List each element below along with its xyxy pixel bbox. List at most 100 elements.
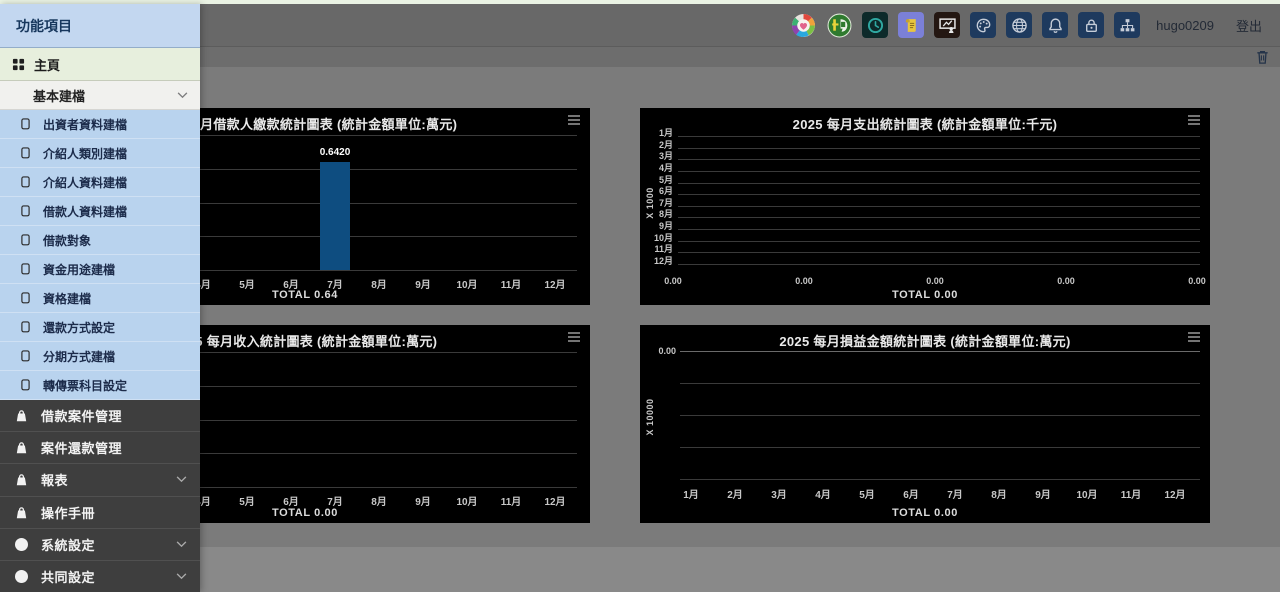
- sidebar-subitem-label: 資金用途建檔: [43, 261, 115, 278]
- gridline: [680, 351, 1200, 352]
- gridline: [678, 264, 1200, 265]
- plot-area: X 10000 0.00 1月 2月 3月 4月 5月 6月 7月 8月 9月 10月 11月 12月: [640, 325, 1210, 523]
- gridline: [678, 183, 1200, 184]
- sidebar-title: 功能項目: [0, 4, 200, 48]
- sidebar-item-label: 借款案件管理: [41, 406, 187, 425]
- gridline: [678, 241, 1200, 242]
- sidebar-subitem[interactable]: 資格建檔: [0, 284, 200, 313]
- globe-icon[interactable]: [1006, 12, 1032, 38]
- sidebar-item-home[interactable]: 主頁: [0, 48, 200, 81]
- trash-icon[interactable]: [1255, 49, 1270, 65]
- sidebar-submenu: 出資者資料建檔介紹人類別建檔介紹人資料建檔借款人資料建檔借款對象資金用途建檔資格…: [0, 110, 200, 400]
- y-axis-unit: X 10000: [645, 398, 655, 435]
- sidebar-item[interactable]: 報表: [0, 464, 200, 496]
- y-axis-label: 1月: [643, 128, 673, 138]
- sidebar-subitem[interactable]: 介紹人類別建檔: [0, 139, 200, 168]
- clock-icon[interactable]: [862, 12, 888, 38]
- y-axis-label: 4月: [643, 163, 673, 173]
- document-icon: [21, 118, 30, 130]
- x-axis-label: 9月: [415, 493, 431, 508]
- gridline: [678, 217, 1200, 218]
- chart-total: TOTAL 0.00: [640, 289, 1210, 301]
- palette-icon[interactable]: [970, 12, 996, 38]
- y-axis-label: 12月: [643, 256, 673, 266]
- document-icon: [21, 321, 30, 333]
- y-axis-tick: 0.00: [652, 346, 676, 356]
- briefcase-icon: [14, 473, 29, 487]
- x-axis-label: 12月: [1164, 486, 1185, 501]
- logout-button[interactable]: 登出: [1236, 16, 1262, 35]
- sidebar-subitem-label: 介紹人資料建檔: [43, 174, 127, 191]
- scroll-icon[interactable]: [898, 12, 924, 38]
- org-logo-icon[interactable]: [826, 12, 852, 38]
- y-axis-label: 3月: [643, 151, 673, 161]
- x-axis-label: 11月: [501, 493, 522, 508]
- circle-icon: [14, 569, 29, 583]
- x-axis-label: 6月: [903, 486, 919, 501]
- sidebar-item[interactable]: 案件還款管理: [0, 432, 200, 464]
- x-axis-label: 4月: [815, 486, 831, 501]
- sidebar-subitem[interactable]: 借款人資料建檔: [0, 197, 200, 226]
- sidebar-subitem[interactable]: 借款對象: [0, 226, 200, 255]
- y-axis-label: 11月: [643, 244, 673, 254]
- x-axis-label: 11月: [1121, 486, 1142, 501]
- sidebar-item-label: 主頁: [34, 55, 60, 74]
- sidebar-item[interactable]: 操作手冊: [0, 497, 200, 529]
- sidebar-group-basic[interactable]: 基本建檔: [0, 81, 200, 110]
- sitemap-icon[interactable]: [1114, 12, 1140, 38]
- sidebar-subitem-label: 介紹人類別建檔: [43, 145, 127, 162]
- sidebar: 功能項目 主頁 基本建檔 出資者資料建檔介紹人類別建檔介紹人資料建檔借款人資料建…: [0, 4, 200, 592]
- sidebar-subitem-label: 還款方式設定: [43, 319, 115, 336]
- gridline: [678, 136, 1200, 137]
- plot-area: X 1000 1月2月3月4月5月6月7月8月9月10月11月12月0.000.…: [640, 108, 1210, 305]
- charity-logo-icon[interactable]: [790, 12, 816, 38]
- sidebar-subitem-label: 資格建檔: [43, 290, 91, 307]
- y-axis-label: 10月: [643, 233, 673, 243]
- x-axis-label: 5月: [859, 486, 875, 501]
- y-axis-label: 8月: [643, 209, 673, 219]
- chevron-down-icon: [177, 92, 188, 99]
- x-axis-tick: 0.00: [1188, 276, 1206, 286]
- chevron-down-icon: [176, 541, 187, 548]
- lock-icon[interactable]: [1078, 12, 1104, 38]
- sidebar-subitem[interactable]: 還款方式設定: [0, 313, 200, 342]
- x-axis-label: 5月: [239, 493, 255, 508]
- sidebar-item[interactable]: 系統設定: [0, 529, 200, 561]
- bar: [320, 162, 350, 270]
- x-axis-label: 3月: [771, 486, 787, 501]
- username: hugo0209: [1156, 18, 1214, 33]
- circle-icon: [14, 537, 29, 551]
- sidebar-subitem[interactable]: 分期方式建檔: [0, 342, 200, 371]
- gridline: [678, 194, 1200, 195]
- document-icon: [21, 263, 30, 275]
- sidebar-item-label: 案件還款管理: [41, 438, 187, 457]
- x-axis-label: 7月: [947, 486, 963, 501]
- sidebar-subitem[interactable]: 資金用途建檔: [0, 255, 200, 284]
- sidebar-item-label: 系統設定: [41, 535, 176, 554]
- sidebar-subitem-label: 出資者資料建檔: [43, 116, 127, 133]
- bell-icon[interactable]: [1042, 12, 1068, 38]
- document-icon: [21, 176, 30, 188]
- sidebar-item[interactable]: 共同設定: [0, 561, 200, 592]
- x-axis-label: 6月: [283, 493, 299, 508]
- sidebar-subitem[interactable]: 介紹人資料建檔: [0, 168, 200, 197]
- sidebar-item-label: 操作手冊: [41, 503, 187, 522]
- sidebar-item[interactable]: 借款案件管理: [0, 400, 200, 432]
- x-axis-label: 10月: [1076, 486, 1097, 501]
- presentation-icon[interactable]: [934, 12, 960, 38]
- gridline: [678, 252, 1200, 253]
- sidebar-subitem-label: 借款對象: [43, 232, 91, 249]
- gridline: [680, 383, 1200, 384]
- gridline: [678, 229, 1200, 230]
- sidebar-subitem[interactable]: 出資者資料建檔: [0, 110, 200, 139]
- page: hugo0209 登出 2025 每月借款人繳款統計圖表 (統計金額單位:萬元)…: [0, 0, 1280, 592]
- x-axis-label: 9月: [1035, 486, 1051, 501]
- x-axis-label: 1月: [683, 486, 699, 501]
- x-axis-tick: 0.00: [1057, 276, 1075, 286]
- sidebar-sections: 借款案件管理案件還款管理報表操作手冊系統設定共同設定: [0, 400, 200, 592]
- x-axis-label: 8月: [991, 486, 1007, 501]
- x-axis-label: 12月: [544, 493, 565, 508]
- chart-panel-profit: 2025 每月損益金額統計圖表 (統計金額單位:萬元) X 10000 0.00…: [640, 325, 1210, 523]
- sidebar-subitem[interactable]: 轉傳票科目設定: [0, 371, 200, 400]
- x-axis-label: 2月: [727, 486, 743, 501]
